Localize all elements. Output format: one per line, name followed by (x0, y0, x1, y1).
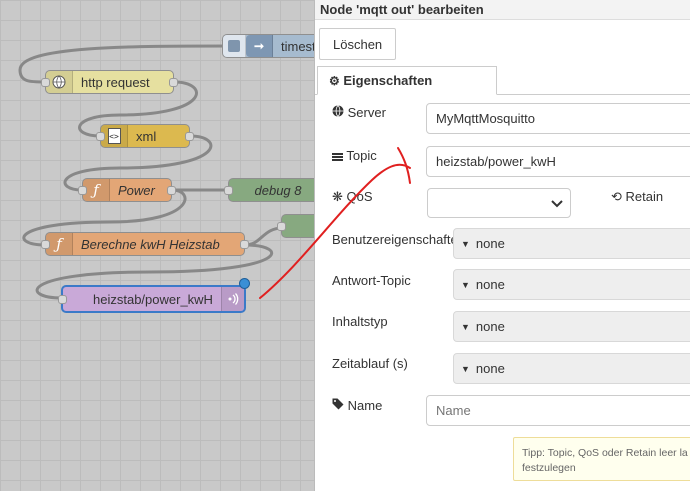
node-label: debug 8 (254, 182, 302, 198)
input-port[interactable] (96, 132, 105, 141)
input-port[interactable] (78, 186, 87, 195)
node-label: timest (281, 38, 314, 54)
caret-down-icon: ▼ (461, 321, 470, 332)
tag-icon (332, 398, 348, 413)
output-port[interactable] (169, 78, 178, 87)
flow-canvas[interactable]: ➞ timest http request <> xml ƒ Power deb… (0, 0, 314, 491)
name-label: Name (332, 398, 382, 413)
node-timestamp[interactable]: ➞ timest (222, 34, 314, 58)
node-label: Power (118, 182, 155, 198)
tasks-icon (332, 152, 343, 162)
user-properties-label: Benutzereigenschafte (332, 232, 458, 247)
node-label: Berechne kwH Heizstab (81, 236, 220, 252)
node-label: http request (81, 74, 150, 90)
edit-tray: Node 'mqtt out' bearbeiten Löschen ⚙ Eig… (314, 0, 690, 491)
name-input[interactable] (426, 395, 690, 426)
tip-box: Tipp: Topic, QoS oder Retain leer la fes… (513, 437, 690, 481)
node-xml[interactable]: <> xml (96, 124, 194, 148)
output-port[interactable] (185, 132, 194, 141)
topic-input[interactable] (426, 146, 690, 177)
inject-button-icon[interactable] (223, 35, 246, 57)
input-port[interactable] (41, 240, 50, 249)
node-mqtt-out[interactable]: heizstab/power_kwH (58, 278, 250, 313)
node-debug[interactable]: debug 8 (224, 178, 314, 202)
chevron-down-icon (551, 200, 563, 208)
input-port[interactable] (277, 222, 286, 231)
tab-properties[interactable]: ⚙ Eigenschaften (317, 66, 497, 95)
input-port[interactable] (224, 186, 233, 195)
wire-berechne-to-node (244, 226, 284, 247)
timeout-select[interactable]: ▼ none (453, 353, 690, 384)
broadcast-icon (221, 287, 244, 311)
input-port[interactable] (58, 295, 67, 304)
qos-label: ❋ QoS (332, 189, 373, 204)
node-partial[interactable] (277, 214, 314, 238)
response-topic-label: Antwort-Topic (332, 273, 411, 288)
file-code-icon: <> (101, 125, 128, 147)
node-berechne-function[interactable]: ƒ Berechne kwH Heizstab (41, 232, 249, 256)
retain-toggle[interactable]: ⟲ Retain (611, 189, 663, 205)
globe-icon (332, 105, 348, 120)
qos-select[interactable] (427, 188, 571, 218)
input-port[interactable] (41, 78, 50, 87)
function-icon: ƒ (83, 179, 110, 201)
asterisk-circle-icon: ❋ (332, 189, 343, 204)
gear-icon: ⚙ (329, 74, 340, 88)
timeout-label: Zeitablauf (s) (332, 356, 408, 371)
caret-down-icon: ▼ (461, 363, 470, 374)
arrow-right-icon: ➞ (246, 35, 273, 57)
output-port[interactable] (167, 186, 176, 195)
tab-label: Eigenschaften (343, 73, 433, 88)
node-power-function[interactable]: ƒ Power (78, 178, 176, 202)
topic-label: Topic (332, 148, 377, 163)
server-label: Server (332, 105, 386, 120)
node-http-request[interactable]: http request (41, 70, 178, 94)
function-icon: ƒ (46, 233, 73, 255)
caret-down-icon: ▼ (461, 238, 470, 249)
output-port[interactable] (240, 240, 249, 249)
tab-bar: ⚙ Eigenschaften (315, 66, 690, 95)
user-properties-select[interactable]: ▼ none (453, 228, 690, 259)
globe-icon (46, 71, 73, 93)
delete-button[interactable]: Löschen (319, 28, 397, 60)
content-type-select[interactable]: ▼ none (453, 311, 690, 342)
node-label: heizstab/power_kwH (93, 291, 213, 307)
response-topic-select[interactable]: ▼ none (453, 269, 690, 300)
node-label: xml (136, 128, 157, 144)
server-select[interactable] (426, 103, 690, 134)
changed-indicator-icon (239, 278, 250, 289)
history-icon: ⟲ (611, 189, 622, 204)
content-type-label: Inhaltstyp (332, 314, 388, 329)
tray-title: Node 'mqtt out' bearbeiten (315, 0, 690, 20)
caret-down-icon: ▼ (461, 279, 470, 290)
